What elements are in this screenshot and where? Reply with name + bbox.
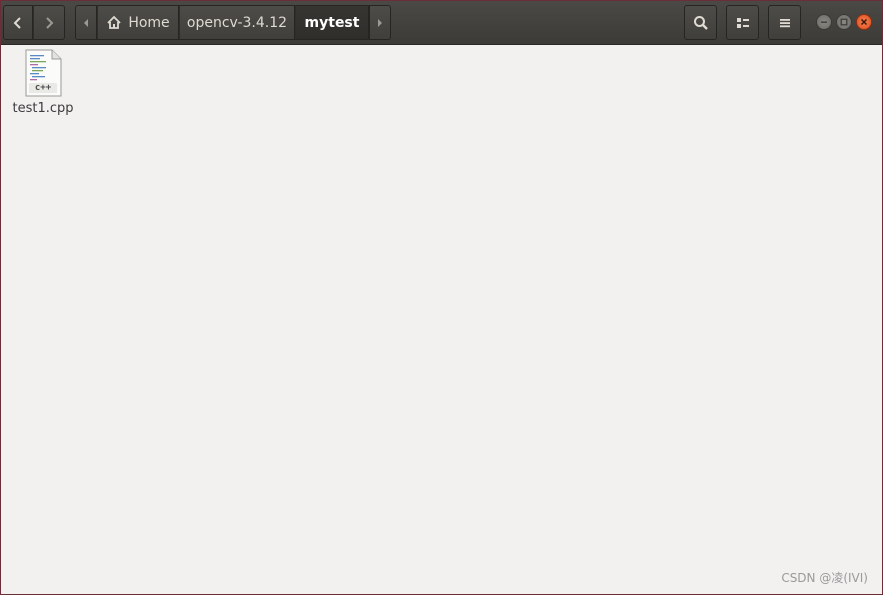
chevron-left-icon bbox=[13, 16, 21, 29]
file-item[interactable]: c++ test1.cpp bbox=[6, 49, 80, 121]
menu-button[interactable] bbox=[768, 5, 801, 40]
chevron-right-icon bbox=[46, 16, 54, 29]
cpp-file-icon: c++ bbox=[24, 49, 62, 97]
minimize-icon bbox=[821, 21, 827, 23]
breadcrumb-mytest-label: mytest bbox=[304, 14, 360, 31]
home-icon bbox=[107, 15, 121, 29]
minimize-button[interactable] bbox=[816, 14, 832, 30]
maximize-button[interactable] bbox=[836, 14, 852, 30]
back-button[interactable] bbox=[3, 5, 33, 40]
forward-button[interactable] bbox=[33, 5, 65, 40]
search-button[interactable] bbox=[684, 5, 717, 40]
hamburger-menu-icon bbox=[779, 18, 790, 27]
watermark: CSDN @凌(ⅠⅤⅠ) bbox=[781, 571, 868, 585]
file-manager-window: Home opencv-3.4.12 mytest c++ test1.cpp … bbox=[0, 0, 883, 595]
close-button[interactable] bbox=[856, 14, 872, 30]
search-icon bbox=[693, 15, 708, 30]
header-bar: Home opencv-3.4.12 mytest bbox=[1, 1, 882, 45]
triangle-right-icon bbox=[378, 18, 382, 27]
cpp-file-icon-text: c++ bbox=[34, 83, 52, 93]
file-name: test1.cpp bbox=[12, 101, 74, 116]
path-scroll-left-button[interactable] bbox=[75, 5, 97, 40]
view-options-icon bbox=[736, 17, 749, 28]
maximize-icon bbox=[840, 18, 848, 26]
path-scroll-right-button[interactable] bbox=[369, 5, 391, 40]
view-options-button[interactable] bbox=[726, 5, 759, 40]
breadcrumb-home[interactable]: Home bbox=[97, 5, 179, 40]
close-icon bbox=[860, 18, 868, 26]
breadcrumb-opencv[interactable]: opencv-3.4.12 bbox=[179, 5, 295, 40]
breadcrumb-home-label: Home bbox=[128, 14, 170, 31]
triangle-left-icon bbox=[84, 18, 88, 27]
file-view[interactable]: c++ test1.cpp CSDN @凌(ⅠⅤⅠ) bbox=[1, 45, 882, 594]
breadcrumb-opencv-label: opencv-3.4.12 bbox=[186, 14, 288, 31]
breadcrumb-mytest[interactable]: mytest bbox=[295, 5, 369, 40]
